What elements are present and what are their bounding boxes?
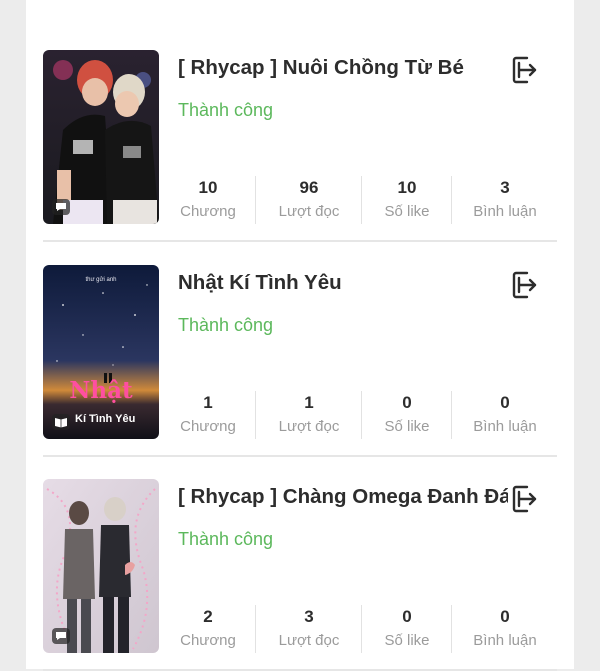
story-item[interactable]: thư gửi anh Nhật Kí Tình Yêu Nhật Kí Tìn… [43,265,557,457]
exit-icon[interactable] [509,269,541,301]
story-title[interactable]: Nhật Kí Tình Yêu [178,271,508,295]
status-badge: Thành công [178,529,274,549]
stat-comments: 0 Bình luận [473,393,537,435]
stat-comments: 3 Bình luận [473,178,537,220]
stat-likes: 0 Số like [384,393,430,435]
status-badge: Thành công [178,315,274,335]
stat-reads: 3 Lượt đọc [278,607,340,649]
story-item[interactable]: [ Rhycap ] Nuôi Chồng Từ Bé Thành công 1… [43,50,557,242]
exit-icon[interactable] [509,483,541,515]
story-list-panel: [ Rhycap ] Nuôi Chồng Từ Bé Thành công 1… [26,0,574,671]
story-cover-image[interactable]: thư gửi anh Nhật Kí Tình Yêu [43,265,159,439]
stat-likes: 0 Số like [384,607,430,649]
chat-bubble-icon [52,628,70,644]
stat-chapters: 10 Chương [180,178,236,220]
status-badge: Thành công [178,100,274,120]
story-cover-image[interactable] [43,50,159,224]
story-item[interactable]: [ Rhycap ] Chàng Omega Đanh Đá Thành côn… [43,479,557,671]
stat-reads: 1 Lượt đọc [278,393,340,435]
stat-reads: 96 Lượt đọc [278,178,340,220]
cover-main-text: Nhật [69,377,133,404]
book-icon [52,414,70,430]
exit-icon[interactable] [509,54,541,86]
story-stats: 1 Chương 1 Lượt đọc 0 Số like 0 Bình luận [163,391,557,439]
stat-likes: 10 Số like [384,178,430,220]
story-stats: 2 Chương 3 Lượt đọc 0 Số like 0 Bình luận [163,605,557,653]
chat-bubble-icon [52,199,70,215]
story-title[interactable]: [ Rhycap ] Chàng Omega Đanh Đá [178,485,508,509]
story-title[interactable]: [ Rhycap ] Nuôi Chồng Từ Bé [178,56,508,80]
story-stats: 10 Chương 96 Lượt đọc 10 Số like 3 Bình luận [163,176,557,224]
cover-top-text: thư gửi anh [85,277,117,283]
stat-comments: 0 Bình luận [473,607,537,649]
cover-sub-text: Kí Tình Yêu [75,413,136,425]
stat-chapters: 1 Chương [180,393,236,435]
stat-chapters: 2 Chương [180,607,236,649]
story-cover-image[interactable] [43,479,159,653]
